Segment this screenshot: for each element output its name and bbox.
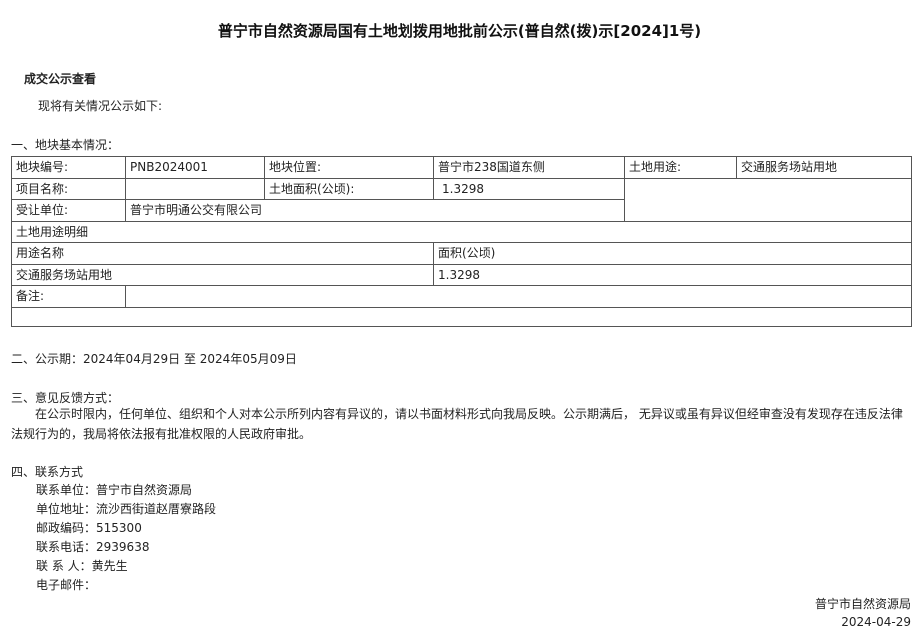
footer-date: 2024-04-29 [841,615,911,629]
contact-item: 联 系 人：黄先生 [36,557,216,576]
table-row: 交通服务场站用地 1.3298 [11,263,912,286]
assignee-value: 普宁市明通公交有限公司 [125,199,625,222]
usage-value: 交通服务场站用地 [736,156,912,179]
location-value: 普宁市238国道东侧 [433,156,625,179]
section1-heading: 一、地块基本情况： [11,138,120,152]
contact-value: 普宁市自然资源局 [96,483,193,497]
period-to: 至 [183,352,196,366]
contact-label: 邮政编码： [36,521,97,535]
contact-label: 联系电话： [36,540,97,554]
sub-heading: 成交公示查看 [24,72,97,86]
contact-value: 流沙西街道赵厝寮路段 [96,502,217,516]
period-end: 2024年05月09日 [199,352,297,366]
contact-item: 邮政编码：515300 [36,519,216,538]
detail-col-area: 面积(公顷) [433,242,912,265]
intro-text: 现将有关情况公示如下: [38,99,163,113]
contact-value: 2939638 [96,540,150,554]
parcel-no-label: 地块编号: [11,156,126,179]
contact-list: 联系单位：普宁市自然资源局 单位地址：流沙西街道赵厝寮路段 邮政编码：51530… [36,481,216,595]
contact-item: 单位地址：流沙西街道赵厝寮路段 [36,500,216,519]
contact-value: 黄先生 [91,559,128,573]
assignee-label: 受让单位: [11,199,126,222]
contact-label: 电子邮件： [36,578,97,592]
blank-row [11,306,912,327]
contact-item: 联系电话：2939638 [36,538,216,557]
detail-heading: 土地用途明细 [11,220,912,243]
area-label: 土地面积(公顷): [264,177,434,200]
project-value [125,177,265,200]
usage-label: 土地用途: [624,156,737,179]
section2-heading: 二、公示期： [11,352,84,366]
page-title: 普宁市自然资源局国有土地划拨用地批前公示(普自然(拨)示[2024]1号) [217,22,702,40]
table-row: 备注: [11,285,912,308]
project-label: 项目名称: [11,177,126,200]
contact-label: 联 系 人： [36,559,92,573]
contact-item: 电子邮件： [36,576,216,595]
contact-value: 515300 [96,521,142,535]
land-info-table: 地块编号: PNB2024001 地块位置: 普宁市238国道东侧 土地用途: … [11,156,912,327]
table-row: 土地用途明细 [11,220,912,243]
period-start: 2024年04月29日 [83,352,181,366]
contact-label: 联系单位： [36,483,97,497]
parcel-no-value: PNB2024001 [125,156,265,179]
section4-heading: 四、联系方式 [11,465,84,479]
section3-body: 在公示时限内，任何单位、组织和个人对本公示所列内容有异议的，请以书面材料形式向我… [11,407,903,441]
remark-value [125,285,912,308]
detail-area-value: 1.3298 [433,263,912,286]
table-row: 地块编号: PNB2024001 地块位置: 普宁市238国道东侧 土地用途: … [11,156,912,179]
area-value: 1.3298 [433,177,625,200]
empty-cell [624,177,912,222]
table-row: 用途名称 面积(公顷) [11,242,912,265]
table-row [11,306,912,327]
detail-usage-value: 交通服务场站用地 [11,263,434,286]
contact-label: 单位地址： [36,502,97,516]
detail-col-usage: 用途名称 [11,242,434,265]
section2: 二、公示期：2024年04月29日 至 2024年05月09日 [11,350,297,367]
location-label: 地块位置: [264,156,434,179]
remark-label: 备注: [11,285,126,308]
footer-org: 普宁市自然资源局 [814,597,911,611]
table-row: 项目名称: 土地面积(公顷): 1.3298 [11,177,912,222]
contact-item: 联系单位：普宁市自然资源局 [36,481,216,500]
